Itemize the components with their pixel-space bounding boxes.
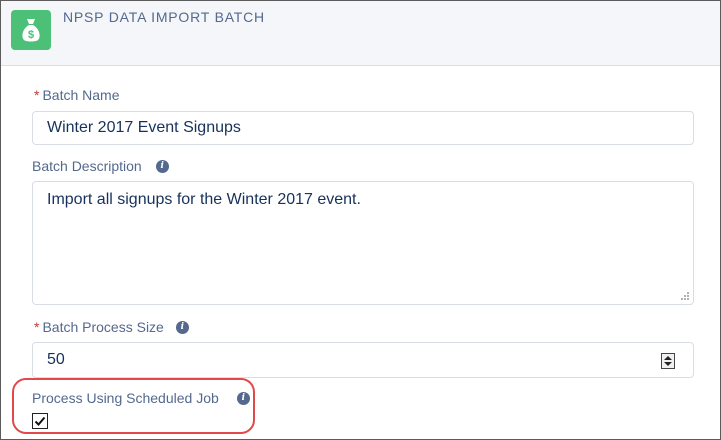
record-edit-panel: $ NPSP DATA IMPORT BATCH * Batch Name Wi… <box>0 0 721 440</box>
batch-name-label-text: Batch Name <box>42 87 120 103</box>
batch-process-size-value: 50 <box>47 351 65 368</box>
number-spinner[interactable] <box>661 353 675 369</box>
svg-text:$: $ <box>28 29 34 41</box>
resize-handle-icon[interactable] <box>680 291 690 301</box>
record-header: $ NPSP DATA IMPORT BATCH <box>1 1 720 66</box>
batch-process-size-input[interactable]: 50 <box>32 342 694 378</box>
info-icon[interactable]: i <box>175 320 189 334</box>
batch-description-label: Batch Description i <box>32 158 169 174</box>
batch-description-label-text: Batch Description <box>32 158 142 174</box>
batch-process-size-label-text: Batch Process Size <box>42 319 164 335</box>
batch-name-value: Winter 2017 Event Signups <box>47 119 241 136</box>
spinner-down-icon <box>664 362 672 366</box>
spinner-up-icon <box>664 356 672 360</box>
batch-description-textarea[interactable]: Import all signups for the Winter 2017 e… <box>32 181 694 305</box>
record-type-title: NPSP DATA IMPORT BATCH <box>63 9 265 25</box>
highlight-callout <box>12 378 255 434</box>
info-icon[interactable]: i <box>155 159 169 173</box>
batch-name-label: * Batch Name <box>34 87 120 103</box>
batch-description-value: Import all signups for the Winter 2017 e… <box>47 191 361 208</box>
batch-name-input[interactable]: Winter 2017 Event Signups <box>32 111 694 145</box>
batch-process-size-label: * Batch Process Size i <box>34 319 189 335</box>
required-marker: * <box>34 87 40 103</box>
money-bag-icon: $ <box>11 10 51 50</box>
required-marker: * <box>34 319 40 335</box>
